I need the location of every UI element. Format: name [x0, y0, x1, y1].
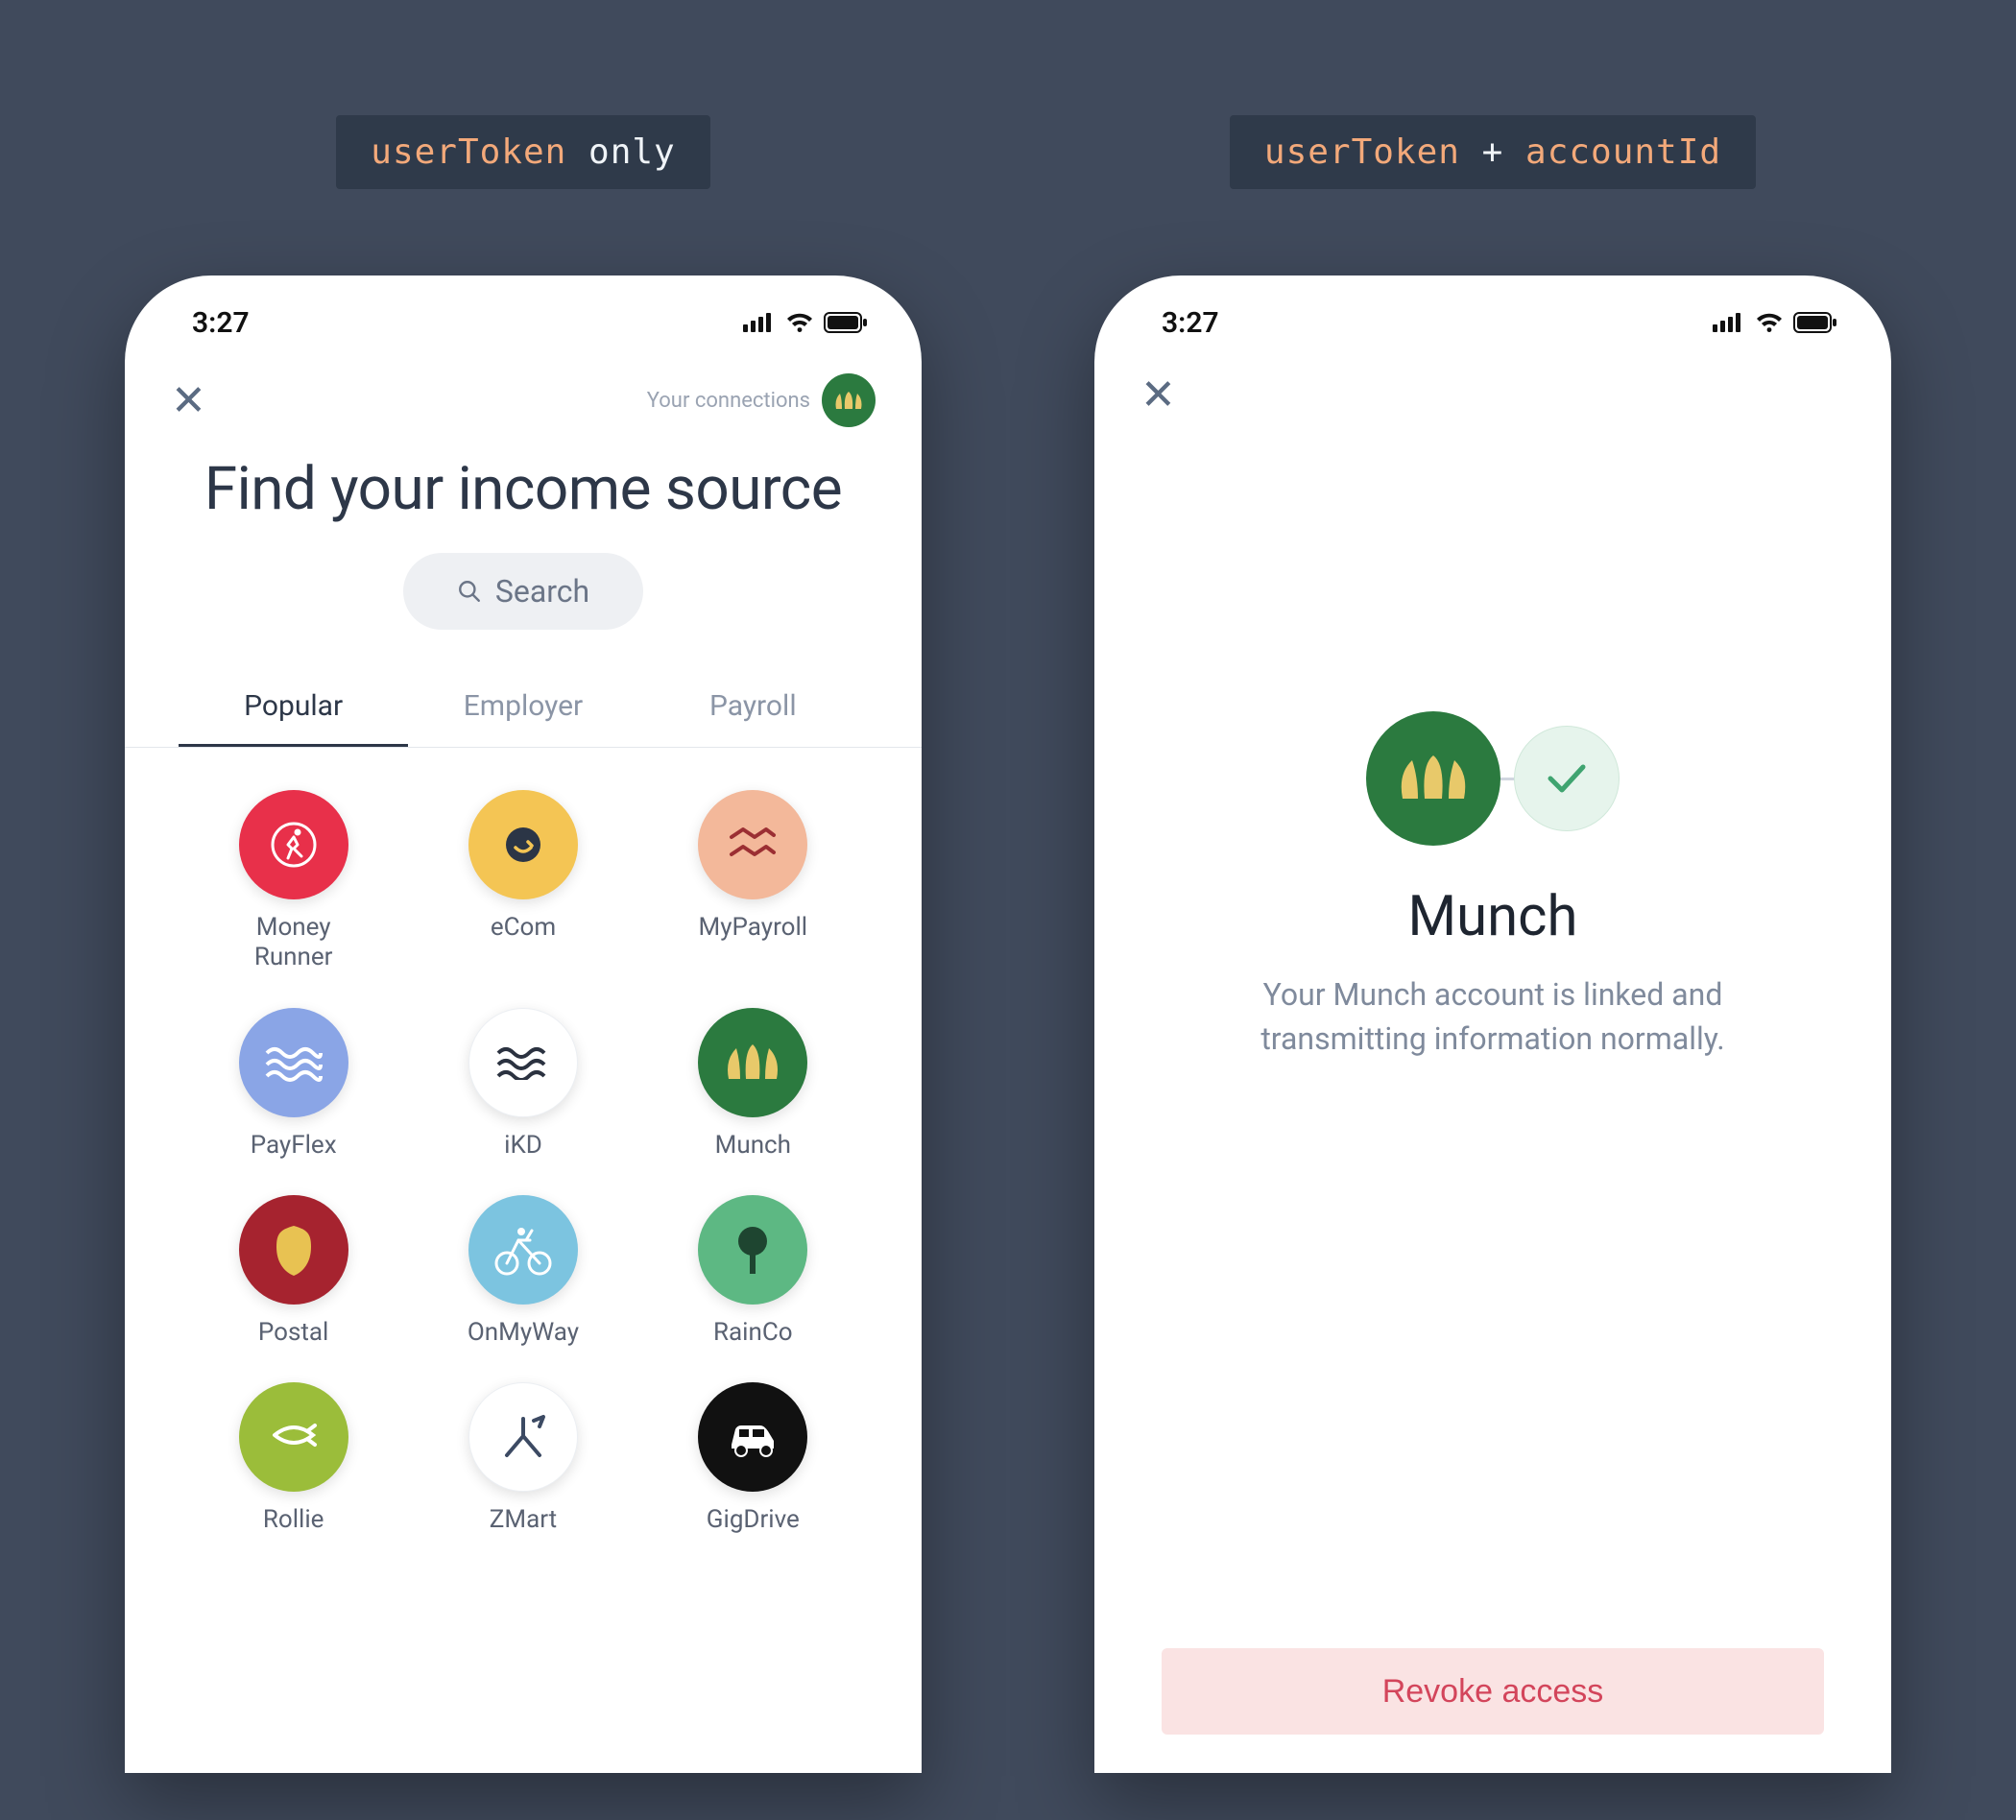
source-label: PayFlex: [251, 1131, 337, 1161]
source-label: GigDrive: [707, 1505, 800, 1535]
label-suffix: only: [566, 132, 675, 172]
source-label: MyPayroll: [699, 913, 808, 943]
status-icons: [1713, 312, 1837, 333]
revoke-access-button[interactable]: Revoke access: [1162, 1648, 1824, 1735]
source-label: iKD: [504, 1131, 542, 1161]
battery-icon: [824, 312, 868, 333]
source-gigdrive[interactable]: GigDrive: [638, 1382, 868, 1535]
source-label: ZMart: [490, 1505, 557, 1535]
onmyway-icon: [468, 1195, 578, 1305]
source-grid: Money Runner eCom MyPayroll: [125, 748, 922, 1535]
rainco-icon: [698, 1195, 807, 1305]
source-munch[interactable]: Munch: [638, 1008, 868, 1161]
runner-icon: [239, 790, 348, 899]
search-placeholder: Search: [495, 573, 589, 610]
source-label: Money Runner: [222, 913, 366, 972]
status-time: 3:27: [192, 306, 250, 340]
left-label: userToken only: [336, 115, 709, 189]
mypayroll-icon: [698, 790, 807, 899]
source-rainco[interactable]: RainCo: [638, 1195, 868, 1348]
source-ikd[interactable]: iKD: [408, 1008, 637, 1161]
tab-payroll[interactable]: Payroll: [638, 668, 868, 747]
status-bar: 3:27: [125, 275, 922, 352]
wifi-icon: [785, 312, 814, 333]
source-payflex[interactable]: PayFlex: [179, 1008, 408, 1161]
source-ecom[interactable]: eCom: [408, 790, 637, 972]
status-bar: 3:27: [1094, 275, 1891, 352]
source-label: eCom: [491, 913, 556, 943]
linked-description: Your Munch account is linked and transmi…: [1195, 972, 1790, 1062]
close-icon[interactable]: ✕: [171, 379, 206, 421]
tab-popular[interactable]: Popular: [179, 668, 408, 747]
cellular-icon: [743, 313, 776, 332]
your-connections-link[interactable]: Your connections: [647, 373, 876, 427]
source-postal[interactable]: Postal: [179, 1195, 408, 1348]
munch-badge-icon: [822, 373, 876, 427]
source-label: Rollie: [263, 1505, 324, 1535]
token-text: userToken: [1264, 132, 1460, 172]
source-label: RainCo: [713, 1318, 793, 1348]
source-label: Postal: [258, 1318, 328, 1348]
check-icon: [1514, 726, 1620, 831]
linked-title: Munch: [1408, 884, 1578, 949]
ecom-icon: [468, 790, 578, 899]
source-label: Munch: [715, 1131, 791, 1161]
account-text: accountId: [1525, 132, 1721, 172]
gigdrive-icon: [698, 1382, 807, 1492]
phone-frame-right: 3:27 ✕: [1094, 275, 1891, 1773]
cellular-icon: [1713, 313, 1745, 332]
source-mypayroll[interactable]: MyPayroll: [638, 790, 868, 972]
phone-frame-left: 3:27 ✕ Your connections: [125, 275, 922, 1773]
tab-employer[interactable]: Employer: [408, 668, 637, 747]
connections-label: Your connections: [647, 389, 810, 413]
search-input[interactable]: Search: [403, 553, 643, 630]
token-text: userToken: [371, 132, 566, 172]
payflex-icon: [239, 1008, 348, 1117]
tabs: Popular Employer Payroll: [125, 668, 922, 748]
wifi-icon: [1755, 312, 1784, 333]
source-onmyway[interactable]: OnMyWay: [408, 1195, 637, 1348]
munch-icon: [698, 1008, 807, 1117]
ikd-icon: [468, 1008, 578, 1117]
page-title: Find your income source: [125, 435, 922, 553]
source-rollie[interactable]: Rollie: [179, 1382, 408, 1535]
plus-text: +: [1460, 132, 1525, 172]
source-money-runner[interactable]: Money Runner: [179, 790, 408, 972]
munch-badge-icon: [1366, 711, 1500, 846]
status-icons: [743, 312, 868, 333]
close-icon[interactable]: ✕: [1140, 373, 1176, 416]
right-label: userToken + accountId: [1230, 115, 1756, 189]
search-icon: [457, 579, 482, 604]
postal-icon: [239, 1195, 348, 1305]
battery-icon: [1793, 312, 1837, 333]
source-zmart[interactable]: ZMart: [408, 1382, 637, 1535]
linked-icons: [1366, 711, 1620, 846]
status-time: 3:27: [1162, 306, 1219, 340]
zmart-icon: [468, 1382, 578, 1492]
rollie-icon: [239, 1382, 348, 1492]
source-label: OnMyWay: [468, 1318, 579, 1348]
